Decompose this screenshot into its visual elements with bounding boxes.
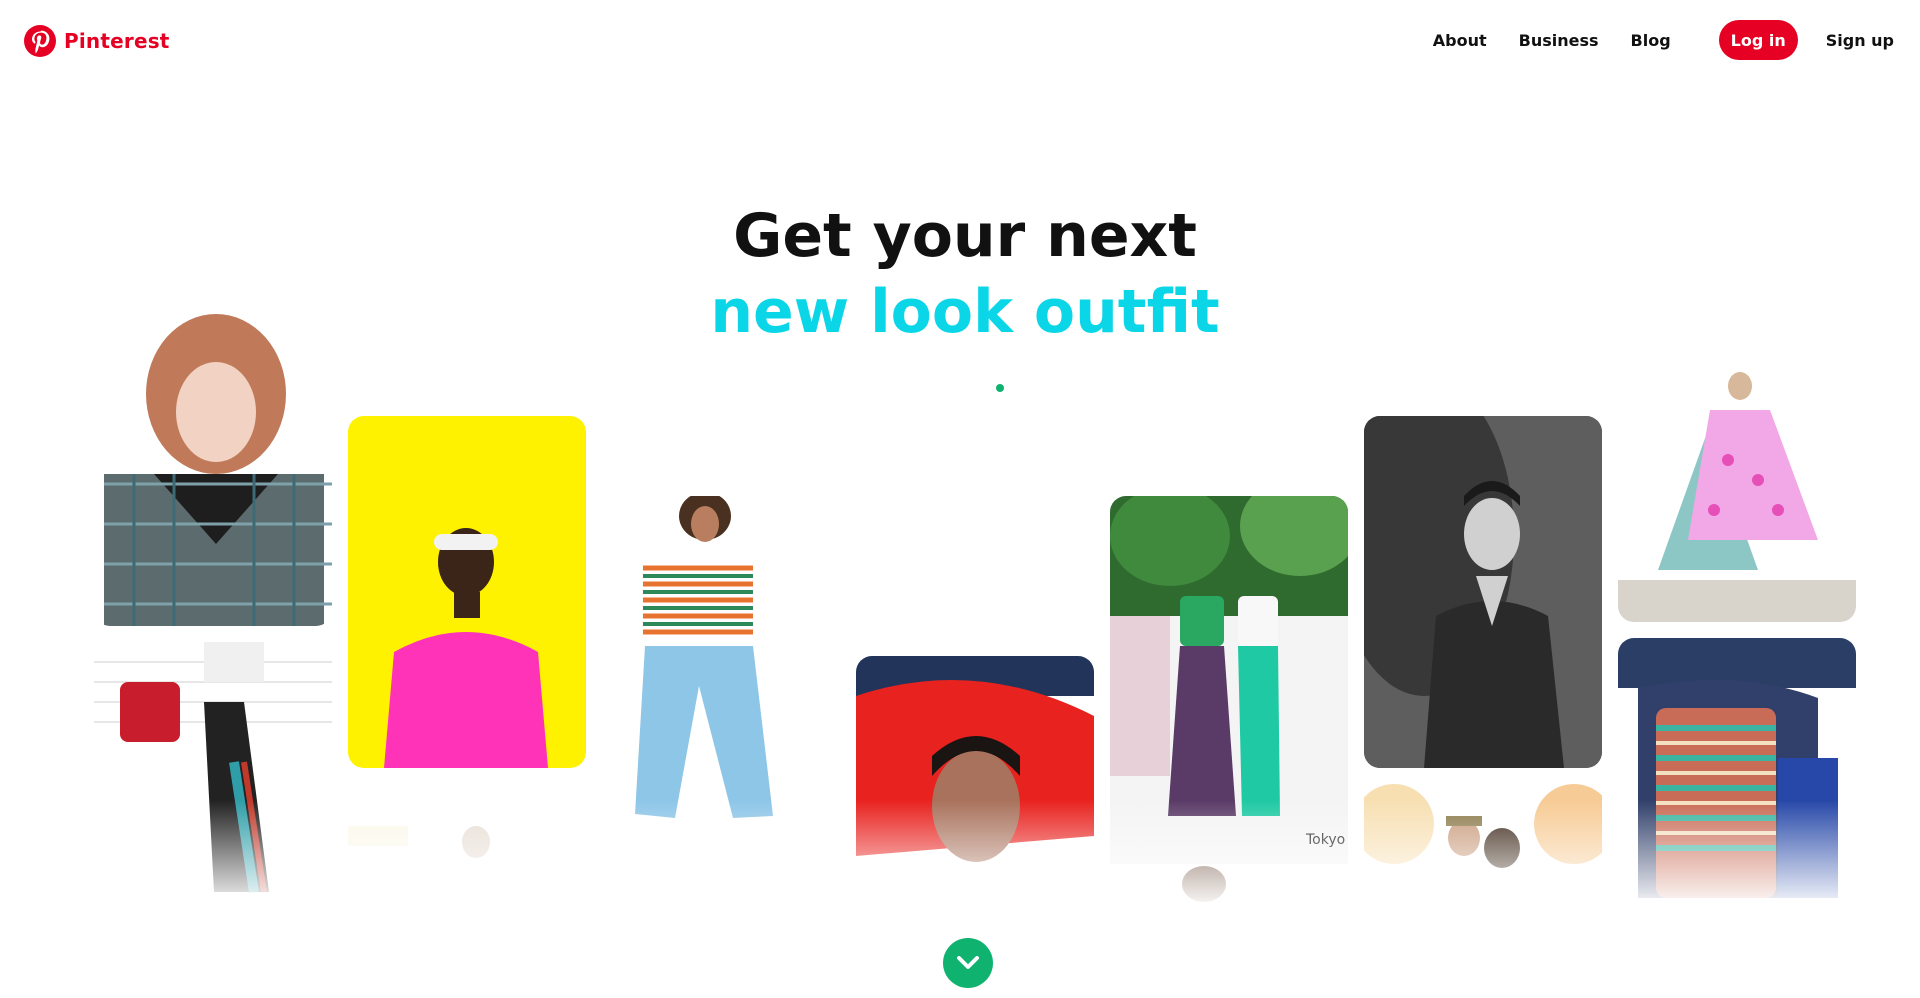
hero-line-1: Get your next <box>733 201 1197 271</box>
carousel-dot-active[interactable] <box>996 384 1004 392</box>
hero-line-2: new look outfit <box>710 277 1220 347</box>
pin-2[interactable] <box>94 642 332 912</box>
pin-3[interactable] <box>348 416 586 768</box>
pin-11[interactable] <box>1618 370 1856 622</box>
pin-8[interactable] <box>1164 864 1244 908</box>
pin-12[interactable] <box>1618 638 1856 908</box>
carousel-dots <box>0 384 1920 392</box>
chevron-down-icon <box>957 956 979 969</box>
pin-grid: Tokyo <box>0 0 1920 998</box>
pin-7[interactable]: Tokyo <box>1110 496 1348 864</box>
tokyo-watermark: Tokyo <box>1305 832 1345 848</box>
pin-10[interactable] <box>1364 784 1602 908</box>
pin-4[interactable] <box>348 818 586 908</box>
pin-9[interactable] <box>1364 416 1602 768</box>
pin-6[interactable] <box>856 656 1094 912</box>
scroll-down-button[interactable] <box>943 938 993 988</box>
hero-headline: Get your next new look outfit <box>0 198 1920 350</box>
pin-5[interactable] <box>603 496 841 896</box>
